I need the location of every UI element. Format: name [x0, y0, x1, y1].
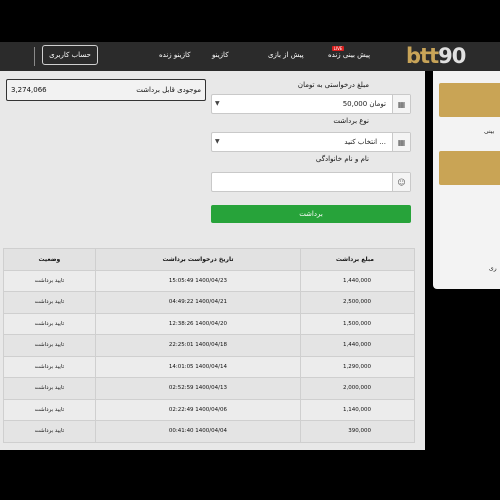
cell-status: تایید برداشت: [3, 355, 96, 378]
nav-live-casino[interactable]: کازینو زنده: [159, 51, 190, 59]
nav-live-prediction[interactable]: پیش بینی زنده: [328, 51, 370, 59]
cell-amount: 1,440,000: [300, 269, 415, 292]
side-text-2: ری: [489, 265, 497, 272]
amount-select[interactable]: ▼ 50,000 تومان ▦: [211, 94, 411, 114]
cell-amount: 1,440,000: [300, 334, 415, 357]
chevron-down-icon: ▼: [215, 100, 220, 107]
cell-date: 14:01:05 1400/04/14: [94, 355, 302, 378]
header-status: وضعیت: [3, 248, 96, 271]
side-text-1: بینی: [484, 128, 495, 135]
top-header: btt 90 LIVE پیش بینی زنده پیش از بازی کاز…: [0, 42, 500, 71]
balance-label: موجودی قابل برداشت: [136, 86, 201, 94]
amount-label: مبلغ درخواستی به تومان: [297, 81, 369, 89]
cell-status: تایید برداشت: [3, 291, 96, 314]
cell-date: 12:38:26 1400/04/20: [94, 312, 302, 335]
table-header-row: وضعیت تاریخ درخواست برداشت مبلغ برداشت: [3, 248, 415, 271]
header-date: تاریخ درخواست برداشت: [94, 248, 302, 271]
table-row: تایید برداشت 02:52:59 1400/04/13 2,000,0…: [3, 377, 415, 400]
cell-status: تایید برداشت: [3, 312, 96, 335]
header-divider: [34, 47, 35, 66]
nav-casino[interactable]: کازینو: [212, 51, 229, 59]
cell-amount: 1,290,000: [300, 355, 415, 378]
withdraw-history-table: وضعیت تاریخ درخواست برداشت مبلغ برداشت ت…: [3, 248, 415, 443]
cell-amount: 1,500,000: [300, 312, 415, 335]
page: btt 90 LIVE پیش بینی زنده پیش از بازی کاز…: [0, 0, 500, 500]
cell-date: 02:52:59 1400/04/13: [94, 377, 302, 400]
table-row: تایید برداشت 22:25:01 1400/04/18 1,440,0…: [3, 334, 415, 357]
withdraw-submit-button[interactable]: برداشت: [211, 205, 411, 223]
cell-status: تایید برداشت: [3, 334, 96, 357]
logo-text: btt: [406, 44, 439, 68]
table-row: تایید برداشت 04:49:22 1400/04/21 2,500,0…: [3, 291, 415, 314]
user-icon: ☺: [392, 173, 410, 191]
account-button[interactable]: حساب کاربری: [42, 45, 98, 65]
table-row: تایید برداشت 14:01:05 1400/04/14 1,290,0…: [3, 355, 415, 378]
withdraw-type-select[interactable]: ▼ انتخاب کنید ... ▦: [211, 132, 411, 152]
cell-status: تایید برداشت: [3, 377, 96, 400]
withdrawable-balance-box: موجودی قابل برداشت 3,274,066: [6, 79, 206, 101]
cell-amount: 2,000,000: [300, 377, 415, 400]
cell-status: تایید برداشت: [3, 269, 96, 292]
full-name-input[interactable]: ☺: [211, 172, 411, 192]
side-gold-button-1[interactable]: [439, 83, 500, 117]
withdraw-type-value: انتخاب کنید ...: [344, 138, 386, 146]
cell-status: تایید برداشت: [3, 420, 96, 443]
table-row: تایید برداشت 00:41:40 1400/04/04 390,000: [3, 420, 415, 443]
nav-pre-match[interactable]: پیش از بازی: [268, 51, 304, 59]
cell-date: 04:49:22 1400/04/21: [94, 291, 302, 314]
cell-date: 00:41:40 1400/04/04: [94, 420, 302, 443]
table-row: تایید برداشت 12:38:26 1400/04/20 1,500,0…: [3, 312, 415, 335]
cell-amount: 1,140,000: [300, 398, 415, 421]
balance-value: 3,274,066: [11, 86, 47, 94]
cell-date: 22:25:01 1400/04/18: [94, 334, 302, 357]
header-amount: مبلغ برداشت: [300, 248, 415, 271]
table-row: تایید برداشت 02:22:49 1400/04/06 1,140,0…: [3, 398, 415, 421]
calculator-icon: ▦: [392, 133, 410, 151]
withdraw-panel: موجودی قابل برداشت 3,274,066 مبلغ درخواس…: [0, 71, 425, 450]
logo[interactable]: btt 90: [406, 44, 474, 68]
calculator-icon: ▦: [392, 95, 410, 113]
side-gold-button-2[interactable]: [439, 151, 500, 185]
chevron-down-icon: ▼: [215, 138, 220, 145]
full-name-label: نام و نام خانوادگی: [315, 155, 369, 163]
cell-date: 02:22:49 1400/04/06: [94, 398, 302, 421]
amount-value: 50,000 تومان: [342, 100, 386, 108]
cell-amount: 390,000: [300, 420, 415, 443]
cell-status: تایید برداشت: [3, 398, 96, 421]
cell-amount: 2,500,000: [300, 291, 415, 314]
table-row: تایید برداشت 15:05:49 1400/04/23 1,440,0…: [3, 269, 415, 292]
logo-number: 90: [438, 44, 466, 68]
cell-date: 15:05:49 1400/04/23: [94, 269, 302, 292]
withdraw-type-label: نوع برداشت: [333, 117, 369, 125]
